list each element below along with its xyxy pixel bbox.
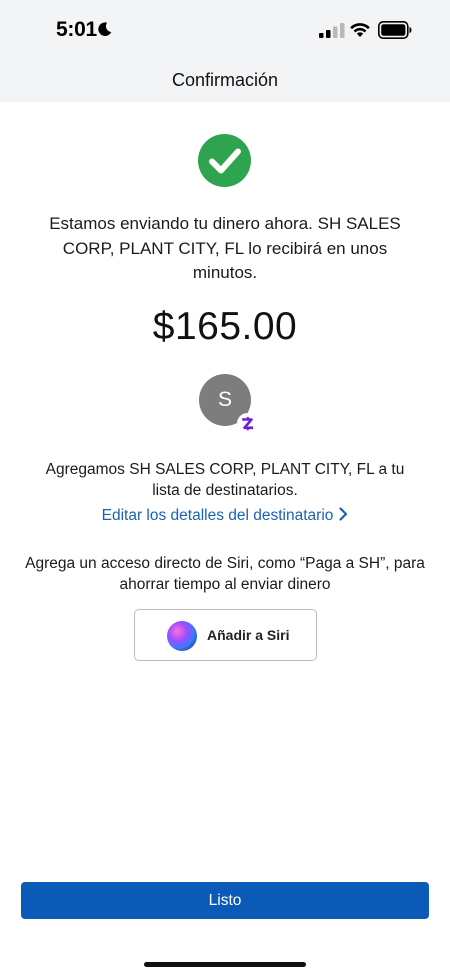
moon-icon <box>98 22 112 37</box>
recipient-added-text: Agregamos SH SALES CORP, PLANT CITY, FL … <box>45 461 405 499</box>
confirmation-message: Estamos enviando tu dinero ahora. SH SAL… <box>49 214 401 282</box>
edit-recipient-label: Editar los detalles del destinatario <box>101 507 334 524</box>
checkmark-circle-icon <box>198 134 251 187</box>
edit-recipient-link[interactable]: Editar los detalles del destinatario <box>0 507 450 525</box>
siri-icon <box>167 621 197 651</box>
home-indicator <box>144 962 306 967</box>
wifi-icon <box>350 23 370 37</box>
amount-value: $165.00 <box>152 305 298 348</box>
page-title: Confirmación <box>171 70 279 90</box>
done-button[interactable]: Listo <box>21 882 429 919</box>
nav-bar: Confirmación <box>0 60 450 102</box>
siri-hint-text: Agrega un acceso directo de Siri, como “… <box>25 555 425 593</box>
status-bar: 5:01 <box>0 0 450 60</box>
status-time: 5:01 <box>56 18 97 41</box>
zelle-badge <box>237 413 258 434</box>
battery-icon <box>378 21 412 39</box>
add-to-siri-button[interactable]: Añadir a Siri <box>134 609 317 661</box>
zelle-icon <box>242 417 254 431</box>
signal-icon <box>319 23 345 38</box>
chevron-right-icon <box>339 507 348 522</box>
add-to-siri-label: Añadir a Siri <box>207 627 290 643</box>
